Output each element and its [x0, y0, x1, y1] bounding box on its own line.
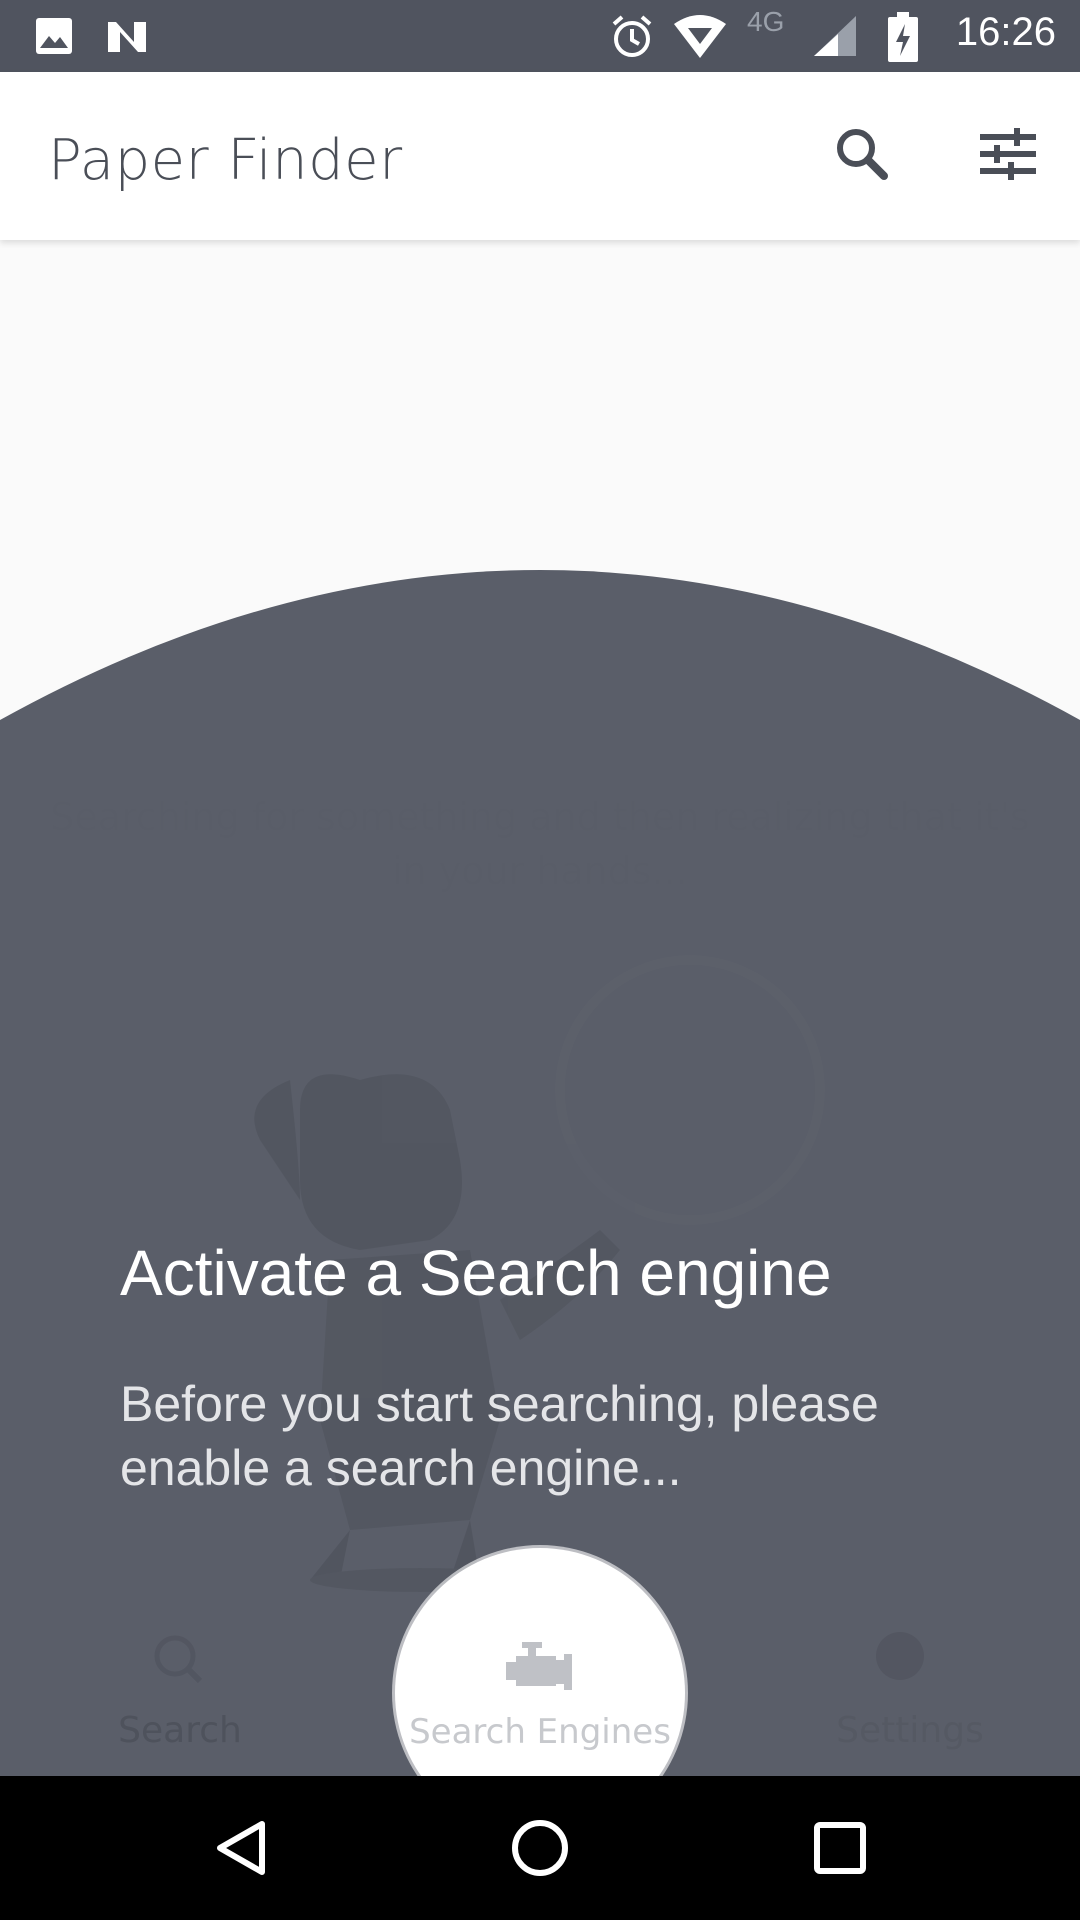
search-engines-tab-label: Search Engines — [409, 1712, 671, 1752]
search-button[interactable] — [826, 118, 898, 190]
showcase-description: Before you start searching, please enabl… — [120, 1376, 879, 1496]
status-bar: 4G 16:26 — [0, 0, 1080, 72]
status-time: 16:26 — [955, 10, 1056, 54]
showcase-title: Activate a Search engine — [120, 1237, 832, 1309]
battery-charging-icon — [888, 12, 918, 62]
filter-button[interactable] — [972, 118, 1044, 190]
recents-icon[interactable] — [808, 1816, 872, 1880]
engine-icon — [506, 1642, 572, 1690]
app-bar: Paper Finder — [0, 72, 1080, 240]
image-icon — [36, 18, 72, 54]
n-notification-icon — [108, 22, 146, 52]
wifi-icon — [674, 15, 726, 58]
bottom-nav-search-label[interactable]: Search — [100, 1710, 260, 1751]
system-nav-bar — [0, 1776, 1080, 1920]
search-icon — [837, 129, 888, 180]
bottom-nav-settings-label[interactable]: Settings — [830, 1710, 990, 1751]
signal-icon — [814, 16, 856, 56]
filter-tune-icon — [980, 128, 1036, 180]
background-quote: Searching for something and then realizi… — [50, 795, 1030, 893]
alarm-icon — [612, 15, 652, 57]
home-icon[interactable] — [508, 1816, 572, 1880]
network-type: 4G — [747, 6, 785, 37]
app-title: Paper Finder — [48, 128, 403, 193]
back-icon[interactable] — [210, 1816, 274, 1880]
